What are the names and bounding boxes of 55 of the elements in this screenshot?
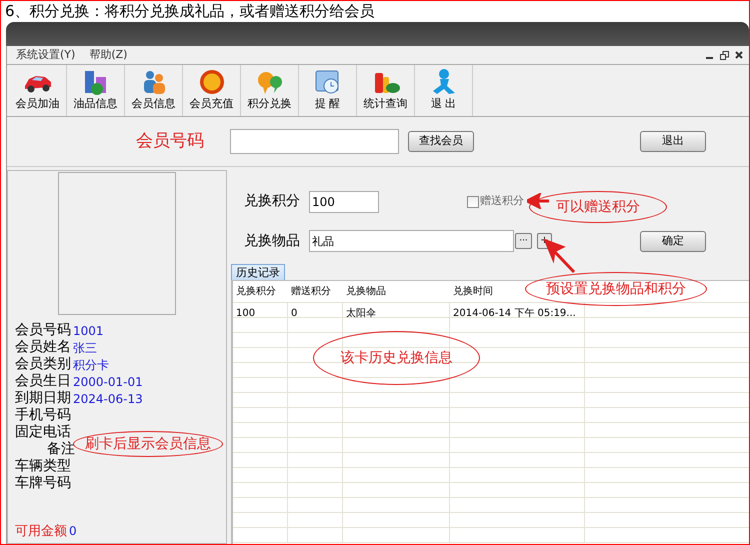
column-header[interactable]: 赠送积分 [291, 286, 331, 297]
toolbar-button[interactable]: 会员加油 [9, 65, 67, 116]
caption: 6、积分兑换：将积分兑换成礼品，或者赠送积分给会员 [4, 1, 376, 22]
toolbar-button[interactable]: 油品信息 [67, 65, 125, 116]
find-member-button[interactable]: 查找会员 [408, 131, 474, 152]
field-label: 车辆类型 [15, 458, 71, 475]
toolbar-button[interactable]: 统计查询 [357, 65, 415, 116]
points-field[interactable]: 100 [309, 190, 379, 212]
exit-button[interactable]: 退出 [640, 131, 706, 152]
table-cell: 2014-06-14 下午 05:19... [453, 308, 576, 319]
history-tab[interactable]: 历史记录 [231, 264, 285, 280]
field-label: 会员号码 [15, 322, 71, 339]
toolbar-button[interactable]: 退 出 [415, 65, 473, 116]
close-icon[interactable] [735, 51, 743, 59]
menu-item[interactable]: 系统设置(Y) [11, 46, 80, 64]
member-number-field[interactable] [230, 129, 399, 154]
toolbar-button[interactable]: 会员充值 [183, 65, 241, 116]
field-label: 车牌号码 [15, 475, 71, 492]
toolbar-button[interactable]: 积分兑换 [241, 65, 299, 116]
field-value: 张三 [73, 340, 97, 356]
field-label: 会员类别 [15, 356, 71, 373]
gift-checkbox[interactable] [467, 196, 479, 208]
menu-item[interactable]: 帮助(Z) [84, 46, 132, 64]
field-value: 积分卡 [73, 356, 109, 374]
field-value: 2024-06-13 [73, 390, 143, 408]
item-label: 兑换物品 [244, 232, 301, 250]
annotation-callout: 刷卡后显示会员信息 [73, 431, 223, 457]
toolbar-button[interactable]: 会员信息 [125, 65, 183, 116]
column-header[interactable]: 兑换积分 [236, 286, 276, 297]
table-cell: 太阳伞 [346, 308, 376, 319]
arrow [527, 193, 549, 209]
browse-button[interactable]: ··· [515, 233, 532, 249]
field-label: 会员生日 [15, 373, 71, 390]
column-header[interactable]: 兑换物品 [346, 286, 386, 297]
field-label: 到期日期 [15, 390, 71, 407]
balance-label: 可用金额 [15, 522, 67, 540]
table-cell: 100 [236, 308, 256, 319]
field-label: 会员姓名 [15, 339, 71, 356]
table-cell: 0 [291, 308, 298, 319]
points-label: 兑换积分 [244, 192, 301, 211]
field-label: 备注 [46, 441, 75, 458]
annotation-callout: 预设置兑换物品和积分 [525, 272, 707, 306]
member-number-label: 会员号码 [136, 130, 205, 153]
field-label: 手机号码 [15, 407, 71, 424]
column-header[interactable]: 兑换时间 [453, 286, 493, 297]
item-field[interactable]: 礼品 [309, 230, 514, 252]
balance-value: 0 [69, 523, 77, 540]
field-value: 1001 [73, 322, 104, 340]
gift-label: 赠送积分 [480, 193, 524, 210]
field-value: 2000-01-01 [73, 374, 143, 390]
field-label: 固定电话 [15, 424, 71, 441]
annotation-callout: 该卡历史兑换信息 [313, 331, 480, 385]
confirm-button[interactable]: 确定 [640, 230, 706, 252]
restore-icon[interactable] [720, 50, 729, 60]
toolbar-button[interactable]: 提 醒 [299, 65, 357, 116]
